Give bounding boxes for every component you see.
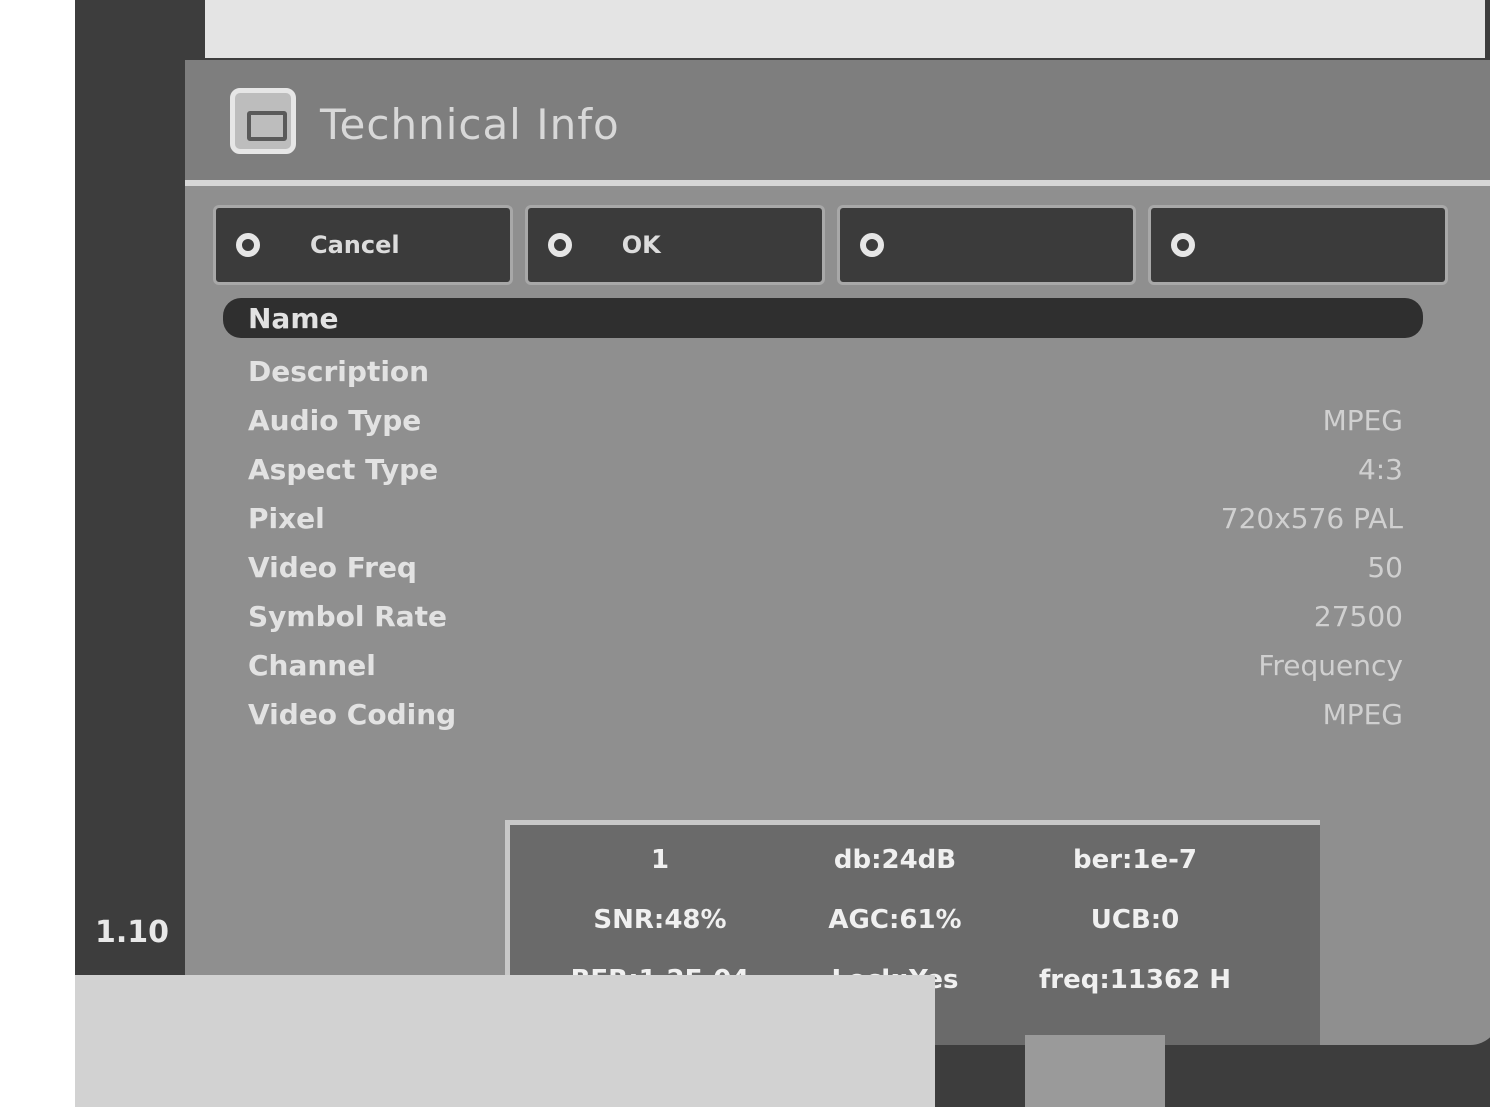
cancel-label: Cancel [310, 231, 400, 259]
info-cell: freq:11362 H [1038, 965, 1232, 995]
cancel-button[interactable]: Cancel [213, 205, 513, 285]
photo-frame: Technical Info Cancel OK Name Descriptio… [75, 0, 1490, 1107]
blue-key-icon [1171, 233, 1196, 257]
param-label: Name [248, 301, 339, 335]
yellow-key-icon [859, 233, 884, 257]
info-cell: ber:1e-7 [1072, 845, 1198, 875]
list-item[interactable]: Description [223, 347, 1423, 396]
param-value: MPEG [1322, 404, 1403, 437]
left-readout: 1.10 [95, 915, 170, 950]
info-icon [230, 88, 296, 154]
yellow-key-button[interactable] [836, 205, 1137, 285]
list-item[interactable]: Video Coding MPEG [223, 690, 1423, 739]
list-item[interactable]: Pixel 720x576 PAL [223, 494, 1423, 543]
param-label: Aspect Type [248, 453, 439, 486]
info-cell: 1 [650, 845, 670, 875]
param-label: Channel [248, 649, 376, 682]
info-cell: AGC:61% [828, 905, 962, 935]
list-item[interactable]: Name [223, 298, 1423, 338]
ok-label: OK [621, 231, 661, 259]
list-item[interactable]: Symbol Rate 27500 [223, 592, 1423, 641]
green-key-icon [547, 233, 572, 257]
bottom-glare [75, 975, 935, 1107]
param-label: Video Freq [248, 551, 417, 584]
parameter-list: Name Description Audio Type MPEG Aspect … [223, 298, 1423, 739]
list-item[interactable]: Aspect Type 4:3 [223, 445, 1423, 494]
param-value: 27500 [1313, 600, 1403, 633]
top-glare [205, 0, 1485, 58]
param-label: Description [248, 355, 430, 388]
info-cell: UCB:0 [1090, 905, 1180, 935]
info-cell: SNR:48% [593, 905, 727, 935]
param-label: Video Coding [248, 698, 457, 731]
title-bar: Technical Info [185, 60, 1490, 186]
param-value: Frequency [1258, 649, 1403, 682]
param-value: 720x576 PAL [1220, 502, 1403, 535]
list-item[interactable]: Channel Frequency [223, 641, 1423, 690]
param-label: Symbol Rate [248, 600, 448, 633]
page-title: Technical Info [320, 100, 620, 149]
info-icon-inner [247, 111, 287, 141]
info-cell: db:24dB [833, 845, 957, 875]
color-key-bar: Cancel OK [213, 205, 1448, 285]
param-value: 4:3 [1357, 453, 1403, 486]
blue-key-button[interactable] [1148, 205, 1448, 285]
param-label: Pixel [248, 502, 325, 535]
param-label: Audio Type [248, 404, 422, 437]
red-key-icon [236, 233, 260, 257]
ok-button[interactable]: OK [524, 205, 825, 285]
bottom-notch [1025, 1035, 1165, 1107]
signal-info-grid: 1 db:24dB ber:1e-7 SNR:48% AGC:61% UCB:0… [540, 845, 1260, 995]
list-item[interactable]: Video Freq 50 [223, 543, 1423, 592]
param-value: 50 [1367, 551, 1403, 584]
param-value: MPEG [1322, 698, 1403, 731]
list-item[interactable]: Audio Type MPEG [223, 396, 1423, 445]
tv-screen: Technical Info Cancel OK Name Descriptio… [185, 60, 1490, 1045]
